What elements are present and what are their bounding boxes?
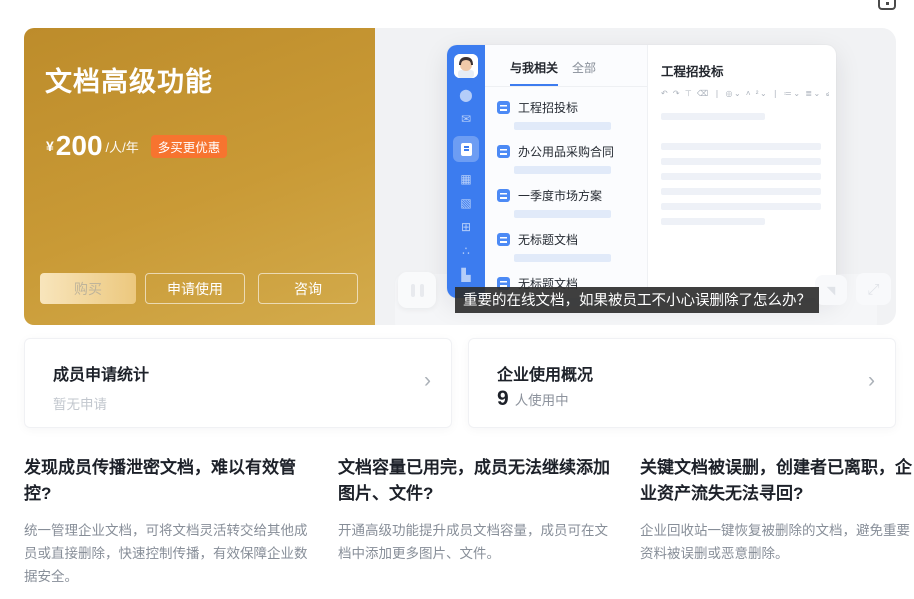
chart-icon: ▙ bbox=[461, 268, 470, 282]
chat-icon: ⬤ bbox=[459, 88, 472, 102]
doc-list-tabs: 与我相关 全部 bbox=[485, 59, 647, 87]
doc-list: 工程招投标办公用品采购合同一季度市场方案无标题文档无标题文档 bbox=[485, 87, 647, 306]
feature-heading: 发现成员传播泄密文档，难以有效管控? bbox=[24, 455, 316, 506]
app-sidebar: ⬤ ✉ ▦ ▧ ⊞ ∴ ▙ bbox=[447, 45, 485, 298]
doc-list-item: 工程招投标 bbox=[497, 99, 647, 130]
editor-doc-title: 工程招投标 bbox=[661, 61, 836, 80]
document-icon bbox=[497, 101, 510, 114]
doc-list-item: 无标题文档 bbox=[497, 231, 647, 262]
doc-list-panel: 与我相关 全部 工程招投标办公用品采购合同一季度市场方案无标题文档无标题文档 bbox=[485, 45, 648, 298]
feature-body: 企业回收站一键恢复被删除的文档，避免重要资料被误删或恶意删除。 bbox=[640, 519, 914, 565]
doc-placeholder-bar bbox=[514, 122, 611, 130]
doc-placeholder-bar bbox=[514, 254, 611, 262]
plan-card: 文档高级功能 ¥ 200 /人/年 多买更优惠 购买 申请使用 咨询 bbox=[24, 28, 375, 325]
doc-title: 一季度市场方案 bbox=[518, 187, 602, 204]
feature-heading: 文档容量已用完，成员无法继续添加图片、文件? bbox=[338, 455, 618, 506]
feature-heading: 关键文档被误删，创建者已离职，企业资产流失无法寻回? bbox=[640, 455, 914, 506]
pause-button[interactable] bbox=[398, 272, 436, 308]
image-icon: ▧ bbox=[460, 196, 471, 210]
usage-value-row: 9 人使用中 bbox=[497, 387, 569, 411]
apply-button[interactable]: 申请使用 bbox=[145, 273, 245, 304]
app-preview-window: ⬤ ✉ ▦ ▧ ⊞ ∴ ▙ 与我相关 全部 工程招投标办公用品采购合同一季度市场… bbox=[447, 45, 836, 298]
price-unit: /人/年 bbox=[106, 137, 139, 156]
document-icon bbox=[497, 145, 510, 158]
doc-placeholder-bar bbox=[514, 210, 611, 218]
doc-placeholder-bar bbox=[514, 166, 611, 174]
sheet-icon: ▦ bbox=[460, 172, 471, 186]
doc-title: 办公用品采购合同 bbox=[518, 143, 614, 160]
card-subtitle: 暂无申请 bbox=[53, 393, 107, 413]
avatar bbox=[454, 54, 478, 78]
docs-selected-icon bbox=[453, 136, 479, 162]
org-chart-icon: ∴ bbox=[462, 244, 470, 258]
feature-body: 开通高级功能提升成员文档容量，成员可在文档中添加更多图片、文件。 bbox=[338, 519, 618, 565]
discount-badge: 多买更优惠 bbox=[151, 135, 228, 158]
buy-button[interactable]: 购买 bbox=[40, 273, 136, 304]
member-requests-card[interactable]: 成员申请统计 暂无申请 › bbox=[24, 338, 452, 428]
editor-placeholder-lines bbox=[661, 113, 836, 225]
doc-list-item: 办公用品采购合同 bbox=[497, 143, 647, 174]
doc-title: 无标题文档 bbox=[518, 231, 578, 248]
volume-icon[interactable]: ◥ bbox=[815, 275, 847, 305]
enterprise-usage-card[interactable]: 企业使用概况 9 人使用中 › bbox=[468, 338, 896, 428]
editor-toolbar-icons: ↶ ↷ ⊤ ⌫ ❘ ◎⌄ ˄ ²⌄ ❘ ≔⌄ ≣⌄ ⇙ ☰⌄ ⋯ ⊕ ⌄ bbox=[661, 89, 829, 98]
feature-column-security: 发现成员传播泄密文档，难以有效管控? 统一管理企业文档，可将文档灵活转交给其他成… bbox=[24, 455, 316, 589]
video-player[interactable]: ⬤ ✉ ▦ ▧ ⊞ ∴ ▙ 与我相关 全部 工程招投标办公用品采购合同一季度市场… bbox=[375, 28, 896, 325]
mail-icon: ✉ bbox=[461, 112, 471, 126]
price-row: ¥ 200 /人/年 多买更优惠 bbox=[46, 132, 227, 160]
price-amount: 200 bbox=[56, 132, 103, 160]
page: 文档高级功能 ¥ 200 /人/年 多买更优惠 购买 申请使用 咨询 bbox=[0, 0, 914, 599]
video-caption: 重要的在线文档，如果被员工不小心误删除了怎么办？ bbox=[455, 287, 819, 313]
document-icon bbox=[497, 233, 510, 246]
feature-column-capacity: 文档容量已用完，成员无法继续添加图片、文件? 开通高级功能提升成员文档容量，成员… bbox=[338, 455, 618, 565]
doc-list-item: 一季度市场方案 bbox=[497, 187, 647, 218]
editor-panel: 工程招投标 ↶ ↷ ⊤ ⌫ ❘ ◎⌄ ˄ ²⌄ ❘ ≔⌄ ≣⌄ ⇙ ☰⌄ ⋯ ⊕… bbox=[648, 45, 836, 298]
price-currency: ¥ bbox=[46, 138, 54, 154]
doc-title: 工程招投标 bbox=[518, 99, 578, 116]
chevron-right-icon[interactable]: › bbox=[424, 369, 431, 393]
usage-count: 9 bbox=[497, 387, 509, 411]
chevron-right-icon[interactable]: › bbox=[868, 369, 875, 393]
feature-column-recycle: 关键文档被误删，创建者已离职，企业资产流失无法寻回? 企业回收站一键恢复被删除的… bbox=[640, 455, 914, 565]
card-title: 企业使用概况 bbox=[497, 361, 593, 385]
card-title: 成员申请统计 bbox=[53, 361, 149, 385]
plan-buttons: 购买 申请使用 咨询 bbox=[40, 273, 358, 304]
document-icon bbox=[497, 189, 510, 202]
feature-body: 统一管理企业文档，可将文档灵活转交给其他成员或直接删除，快速控制传播，有效保障企… bbox=[24, 519, 316, 589]
plan-title: 文档高级功能 bbox=[45, 60, 213, 99]
tab-related-to-me: 与我相关 bbox=[510, 59, 558, 86]
grid-icon: ⊞ bbox=[461, 220, 471, 234]
consult-button[interactable]: 咨询 bbox=[258, 273, 358, 304]
tab-all: 全部 bbox=[572, 59, 596, 86]
fullscreen-icon[interactable]: ⤢ bbox=[856, 273, 891, 305]
window-control-icon[interactable] bbox=[878, 0, 896, 10]
usage-suffix: 人使用中 bbox=[515, 389, 569, 409]
